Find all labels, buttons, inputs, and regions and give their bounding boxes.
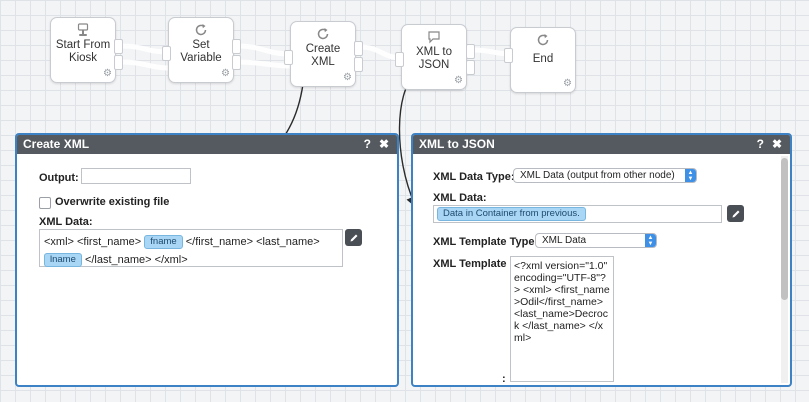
variable-pill-fname[interactable]: fname (144, 235, 183, 250)
node-input-port[interactable] (395, 52, 404, 67)
gear-icon[interactable]: ⚙ (221, 69, 230, 79)
output-input[interactable] (81, 168, 191, 184)
speech-bubble-icon (402, 30, 466, 44)
node-input-port[interactable] (284, 50, 293, 65)
node-output-port[interactable] (232, 39, 241, 54)
container-pill[interactable]: Data in Container from previous. (437, 207, 586, 221)
xml-data-editor[interactable]: <xml> <first_name> fname </first_name> <… (39, 229, 343, 268)
edit-xml-button[interactable] (345, 229, 362, 246)
template-colon: : (502, 373, 506, 385)
xml-to-json-panel: XML to JSON ? ✖ XML Data Type: XML Data … (411, 133, 792, 387)
refresh-icon (169, 23, 233, 37)
node-set-variable[interactable]: Set Variable ⚙ (168, 17, 234, 83)
node-output-port[interactable] (466, 60, 475, 75)
template-type-select[interactable]: XML Data ▲ ▼ (535, 233, 657, 248)
node-output-port[interactable] (114, 55, 123, 70)
close-button[interactable]: ✖ (379, 135, 389, 154)
chevron-updown-icon: ▲ ▼ (685, 169, 696, 182)
node-xml-to-json[interactable]: XML to JSON ⚙ (401, 24, 467, 90)
help-button[interactable]: ? (364, 135, 371, 154)
refresh-icon (291, 27, 355, 41)
select-value: XML Data (output from other node) (520, 170, 675, 181)
node-label: Start From Kiosk (55, 39, 111, 64)
xml-template-textarea[interactable]: <?xml version="1.0" encoding="UTF-8"?> <… (510, 256, 614, 382)
node-output-port[interactable] (354, 57, 363, 72)
node-label: Set Variable (180, 39, 222, 64)
select-value: XML Data (542, 235, 587, 246)
node-output-port[interactable] (232, 55, 241, 70)
refresh-icon (511, 33, 575, 47)
node-output-port[interactable] (114, 39, 123, 54)
panel-titlebar[interactable]: XML to JSON ? ✖ (413, 135, 790, 154)
chevron-updown-icon: ▲ ▼ (645, 234, 656, 247)
output-label: Output: (39, 172, 79, 184)
panel-title: Create XML (23, 137, 90, 151)
xml-text: </first_name> <last_name> (185, 236, 320, 248)
data-type-select[interactable]: XML Data (output from other node) ▲ ▼ (513, 168, 697, 183)
node-label: End (532, 53, 554, 65)
gear-icon[interactable]: ⚙ (343, 73, 352, 83)
node-input-port[interactable] (162, 46, 171, 61)
gear-icon[interactable]: ⚙ (563, 79, 572, 89)
close-button[interactable]: ✖ (772, 135, 782, 154)
node-output-port[interactable] (354, 41, 363, 56)
edit-xml-data-button[interactable] (727, 205, 744, 222)
scrollbar-thumb[interactable] (781, 158, 788, 300)
node-label: Create XML (305, 43, 341, 68)
pencil-icon (350, 234, 357, 241)
node-output-port[interactable] (466, 44, 475, 59)
kiosk-icon (51, 23, 115, 37)
pencil-icon (732, 210, 739, 217)
xml-text: <xml> <first_name> (44, 236, 142, 248)
node-create-xml[interactable]: Create XML ⚙ (290, 21, 356, 87)
node-start-from-kiosk[interactable]: Start From Kiosk ⚙ (50, 17, 116, 83)
gear-icon[interactable]: ⚙ (454, 76, 463, 86)
xml-text: </last_name> </xml> (84, 254, 188, 266)
overwrite-checkbox[interactable] (39, 197, 51, 209)
node-end[interactable]: End ⚙ (510, 27, 576, 93)
node-input-port[interactable] (504, 48, 513, 63)
xml-data-input[interactable]: Data in Container from previous. (433, 205, 722, 223)
template-type-label: XML Template Type: (433, 236, 539, 248)
data-type-label: XML Data Type: (433, 171, 515, 183)
xml-data-label: XML Data: (433, 192, 487, 204)
panel-title: XML to JSON (419, 137, 495, 151)
panel-scrollbar[interactable] (781, 156, 788, 383)
xml-data-label: XML Data: (39, 216, 93, 228)
variable-pill-lname[interactable]: lname (44, 253, 82, 268)
help-button[interactable]: ? (757, 135, 764, 154)
overwrite-label: Overwrite existing file (55, 196, 170, 208)
gear-icon[interactable]: ⚙ (103, 69, 112, 79)
panel-titlebar[interactable]: Create XML ? ✖ (17, 135, 397, 154)
node-label: XML to JSON (415, 46, 452, 71)
connector-port-a (120, 59, 170, 71)
template-label: XML Template (433, 258, 507, 270)
create-xml-panel: Create XML ? ✖ Output: Overwrite existin… (15, 133, 399, 387)
